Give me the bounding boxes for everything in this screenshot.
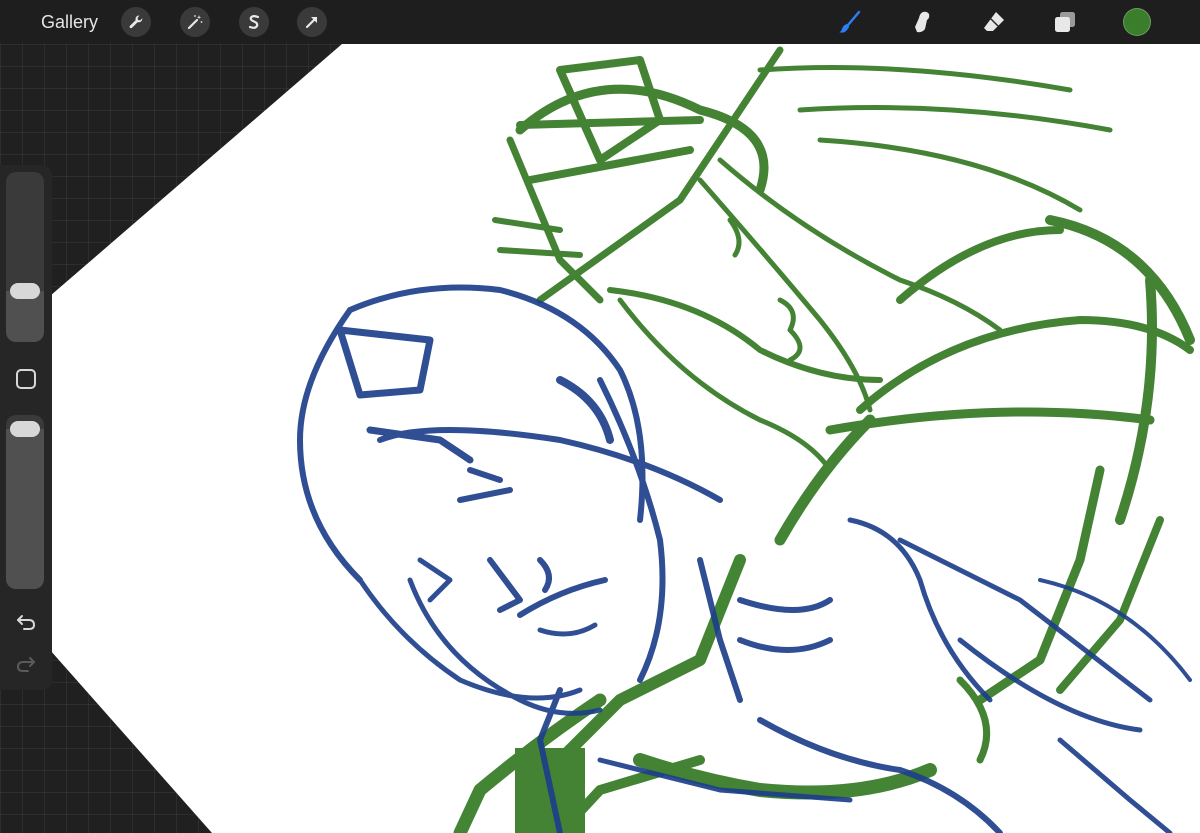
actions-button[interactable]	[121, 7, 151, 37]
color-picker-button[interactable]	[1123, 8, 1151, 36]
layers-icon	[1055, 12, 1075, 32]
opacity-thumb[interactable]	[10, 421, 40, 437]
redo-arrow-icon	[16, 657, 35, 672]
left-sidebar	[0, 165, 52, 690]
magic-wand-icon	[187, 15, 203, 30]
layers-tool-button[interactable]	[1049, 6, 1081, 38]
square-icon	[16, 369, 36, 389]
wrench-icon	[129, 15, 143, 29]
selection-s-icon	[248, 15, 260, 29]
selection-button[interactable]	[239, 7, 269, 37]
arrow-cursor-icon	[305, 16, 318, 29]
undo-arrow-icon	[17, 615, 36, 630]
brush-icon	[839, 10, 861, 33]
opacity-slider[interactable]	[6, 415, 44, 589]
brush-size-slider[interactable]	[6, 172, 44, 342]
smudge-icon	[915, 11, 930, 33]
smudge-tool-button[interactable]	[906, 6, 938, 38]
redo-button[interactable]	[12, 650, 40, 678]
transform-button[interactable]	[297, 7, 327, 37]
erase-tool-button[interactable]	[978, 6, 1010, 38]
eraser-icon	[984, 12, 1004, 31]
drawing-canvas[interactable]	[0, 0, 1200, 833]
modify-button[interactable]	[12, 365, 40, 393]
adjustments-button[interactable]	[180, 7, 210, 37]
paint-tool-button[interactable]	[834, 6, 866, 38]
brush-size-thumb[interactable]	[10, 283, 40, 299]
gallery-button[interactable]: Gallery	[41, 11, 98, 33]
opacity-fill	[6, 429, 44, 589]
undo-button[interactable]	[12, 608, 40, 636]
top-toolbar: Gallery	[0, 0, 1200, 44]
